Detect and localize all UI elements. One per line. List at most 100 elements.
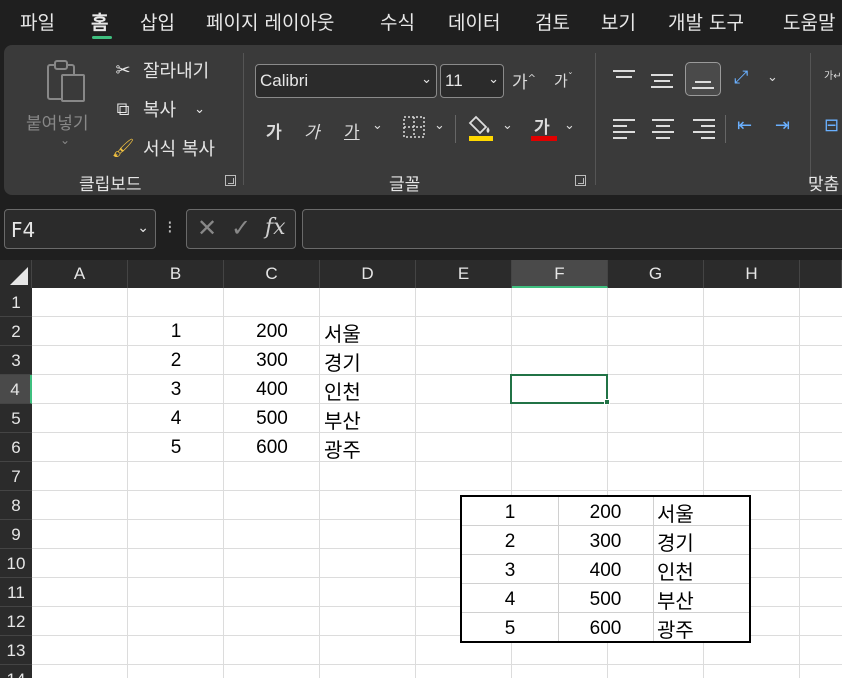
- tab-file[interactable]: 파일: [20, 8, 55, 35]
- picture-cell: 200: [589, 502, 622, 523]
- paste-chevron-icon[interactable]: ⌄: [60, 133, 70, 147]
- font-dialog-launcher-icon[interactable]: [575, 175, 586, 186]
- clipboard-group-label: 클립보드: [79, 175, 142, 195]
- row-header-7[interactable]: 7: [0, 462, 32, 491]
- wrap-text-icon[interactable]: 가↵: [824, 67, 842, 82]
- borders-chevron-icon[interactable]: ⌄: [434, 118, 445, 133]
- orientation-chevron-icon[interactable]: ⌄: [767, 70, 778, 85]
- align-center-icon[interactable]: [652, 119, 674, 143]
- bold-button[interactable]: 가: [266, 118, 282, 143]
- cell-c3[interactable]: 300: [224, 350, 320, 372]
- tab-formulas[interactable]: 수식: [380, 8, 415, 35]
- tab-view[interactable]: 보기: [601, 8, 636, 35]
- italic-button[interactable]: 가: [304, 118, 320, 143]
- cell-d6[interactable]: 광주: [324, 434, 361, 463]
- column-header-i[interactable]: [800, 260, 842, 288]
- column-header-d[interactable]: D: [320, 260, 416, 288]
- formula-input[interactable]: [302, 209, 842, 249]
- divider: [455, 115, 456, 143]
- align-left-icon[interactable]: [613, 119, 635, 143]
- row-header-2[interactable]: 2: [0, 317, 32, 346]
- paste-icon[interactable]: [42, 59, 90, 103]
- row-header-13[interactable]: 13: [0, 636, 32, 665]
- cell-b4[interactable]: 3: [128, 379, 224, 401]
- more-options-icon[interactable]: ⁝: [167, 217, 173, 238]
- scissors-icon: ✂: [115, 59, 131, 81]
- tab-home[interactable]: 홈: [91, 8, 108, 35]
- row-header-8[interactable]: 8: [0, 491, 32, 520]
- decrease-indent-icon[interactable]: ⇤: [737, 115, 752, 136]
- tab-insert[interactable]: 삽입: [140, 8, 175, 35]
- row-header-1[interactable]: 1: [0, 288, 32, 317]
- gridline: [415, 288, 416, 678]
- row-header-5[interactable]: 5: [0, 404, 32, 433]
- cell-d3[interactable]: 경기: [324, 347, 361, 376]
- font-size-select[interactable]: 11 ⌄: [440, 64, 504, 98]
- row-header-6[interactable]: 6: [0, 433, 32, 462]
- fill-color-icon[interactable]: [468, 113, 496, 143]
- column-header-c[interactable]: C: [224, 260, 320, 288]
- select-all-button[interactable]: [0, 260, 32, 288]
- cell-b5[interactable]: 4: [128, 408, 224, 430]
- tab-page-layout[interactable]: 페이지 레이아웃: [206, 8, 334, 35]
- fill-color-chevron-icon[interactable]: ⌄: [502, 118, 513, 133]
- paste-button-label[interactable]: 붙여넣기: [26, 109, 89, 134]
- row-header-11[interactable]: 11: [0, 578, 32, 607]
- picture-cell: 2: [504, 531, 516, 552]
- column-header-f[interactable]: F: [512, 260, 608, 288]
- tab-review[interactable]: 검토: [535, 8, 570, 35]
- insert-function-button[interactable]: fx: [265, 215, 286, 240]
- cell-b6[interactable]: 5: [128, 437, 224, 459]
- increase-indent-icon[interactable]: ⇥: [775, 115, 790, 136]
- decrease-font-size-button[interactable]: 가ˇ: [554, 70, 573, 91]
- tab-data[interactable]: 데이터: [448, 8, 500, 35]
- row-header-10[interactable]: 10: [0, 549, 32, 578]
- tab-developer[interactable]: 개발 도구: [668, 8, 744, 35]
- cell-d5[interactable]: 부산: [324, 405, 361, 434]
- enter-icon[interactable]: ✓: [231, 214, 251, 242]
- copy-chevron-icon[interactable]: ⌄: [194, 102, 205, 117]
- font-name-select[interactable]: Calibri ⌄: [255, 64, 437, 98]
- column-header-g[interactable]: G: [608, 260, 704, 288]
- column-header-h[interactable]: H: [704, 260, 800, 288]
- cell-c2[interactable]: 200: [224, 321, 320, 343]
- font-color-button[interactable]: 가: [534, 113, 550, 138]
- active-cell-f4[interactable]: [510, 374, 608, 404]
- cell-b2[interactable]: 1: [128, 321, 224, 343]
- increase-font-size-button[interactable]: 가^: [512, 68, 536, 93]
- row-header-12[interactable]: 12: [0, 607, 32, 636]
- underline-chevron-icon[interactable]: ⌄: [372, 118, 383, 133]
- row-header-9[interactable]: 9: [0, 520, 32, 549]
- align-top-icon[interactable]: [613, 70, 635, 82]
- fill-handle[interactable]: [604, 399, 610, 405]
- cut-button[interactable]: ✂ 잘라내기: [109, 56, 209, 84]
- cell-d4[interactable]: 인천: [324, 376, 361, 405]
- alignment-group-label: 맞춤: [808, 175, 840, 195]
- cancel-icon[interactable]: ✕: [197, 214, 217, 242]
- cell-b3[interactable]: 2: [128, 350, 224, 372]
- pasted-table-picture[interactable]: 1 200 서울 2 300 경기 3 400 인천 4 500 부산 5 60…: [460, 495, 751, 643]
- row-header-3[interactable]: 3: [0, 346, 32, 375]
- borders-icon[interactable]: [402, 115, 428, 139]
- copy-button[interactable]: ⧉ 복사 ⌄: [109, 95, 205, 123]
- row-header-4[interactable]: 4: [0, 375, 32, 404]
- column-header-a[interactable]: A: [32, 260, 128, 288]
- font-color-chevron-icon[interactable]: ⌄: [564, 118, 575, 133]
- name-box[interactable]: F4 ⌄: [4, 209, 156, 249]
- tab-help[interactable]: 도움말: [783, 8, 835, 35]
- row-header-14[interactable]: 14: [0, 665, 32, 678]
- align-right-icon[interactable]: [693, 119, 715, 143]
- cell-d2[interactable]: 서울: [324, 318, 361, 347]
- cell-c4[interactable]: 400: [224, 379, 320, 401]
- format-painter-button[interactable]: 🖌 서식 복사: [109, 134, 215, 162]
- clipboard-dialog-launcher-icon[interactable]: [225, 175, 236, 186]
- cell-c5[interactable]: 500: [224, 408, 320, 430]
- column-header-b[interactable]: B: [128, 260, 224, 288]
- column-header-e[interactable]: E: [416, 260, 512, 288]
- align-middle-icon[interactable]: [651, 74, 673, 92]
- merge-center-icon[interactable]: ⊟: [824, 115, 839, 136]
- underline-button[interactable]: 가: [344, 118, 360, 143]
- orientation-icon[interactable]: ⤢: [734, 67, 748, 88]
- cell-c6[interactable]: 600: [224, 437, 320, 459]
- picture-gridline: [462, 583, 749, 584]
